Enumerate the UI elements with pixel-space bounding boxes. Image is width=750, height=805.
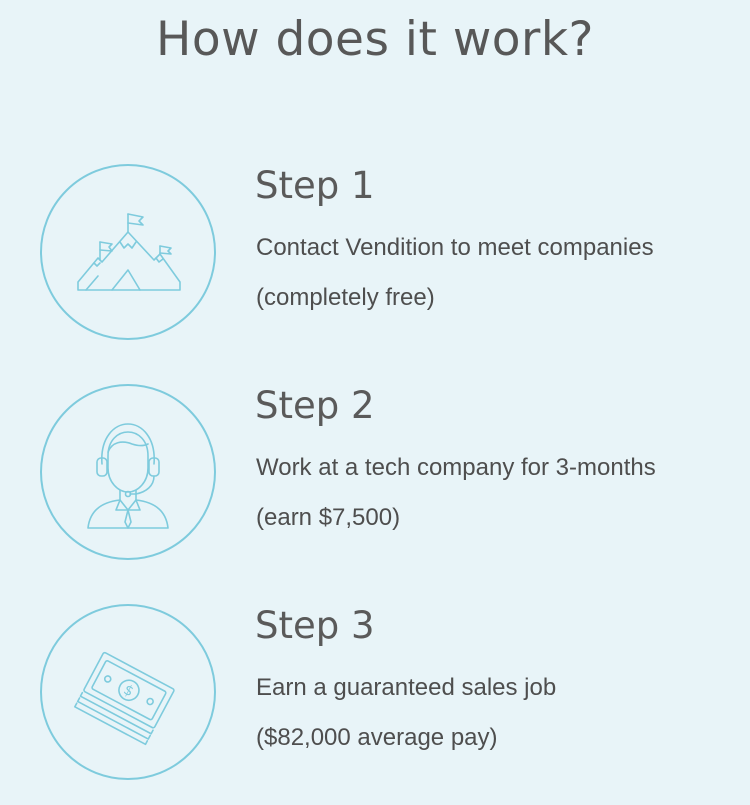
step-2-title: Step 2 (255, 384, 375, 427)
step-1-note: (completely free) (256, 284, 435, 311)
step-1-icon-circle (40, 164, 216, 340)
step-1-description: Contact Vendition to meet companies (256, 234, 654, 261)
step-1-title: Step 1 (255, 164, 375, 207)
step-2-icon-circle (40, 384, 216, 560)
page-title: How does it work? (155, 12, 595, 67)
step-2: Step 2 Work at a tech company for 3-mont… (0, 380, 750, 560)
step-3: $ Step 3 Earn a guaranteed sales job ($8… (0, 600, 750, 780)
headset-person-icon (87, 423, 169, 529)
mountain-flags-icon (77, 213, 181, 291)
step-2-note: (earn $7,500) (256, 504, 401, 531)
money-stack-icon: $ (74, 651, 175, 746)
step-3-note: ($82,000 average pay) (256, 724, 498, 751)
step-2-description: Work at a tech company for 3-months (256, 454, 656, 481)
step-3-title: Step 3 (255, 604, 375, 647)
step-3-icon-circle: $ (40, 604, 216, 780)
step-1: Step 1 Contact Vendition to meet compani… (0, 160, 750, 340)
step-3-description: Earn a guaranteed sales job (256, 674, 557, 701)
